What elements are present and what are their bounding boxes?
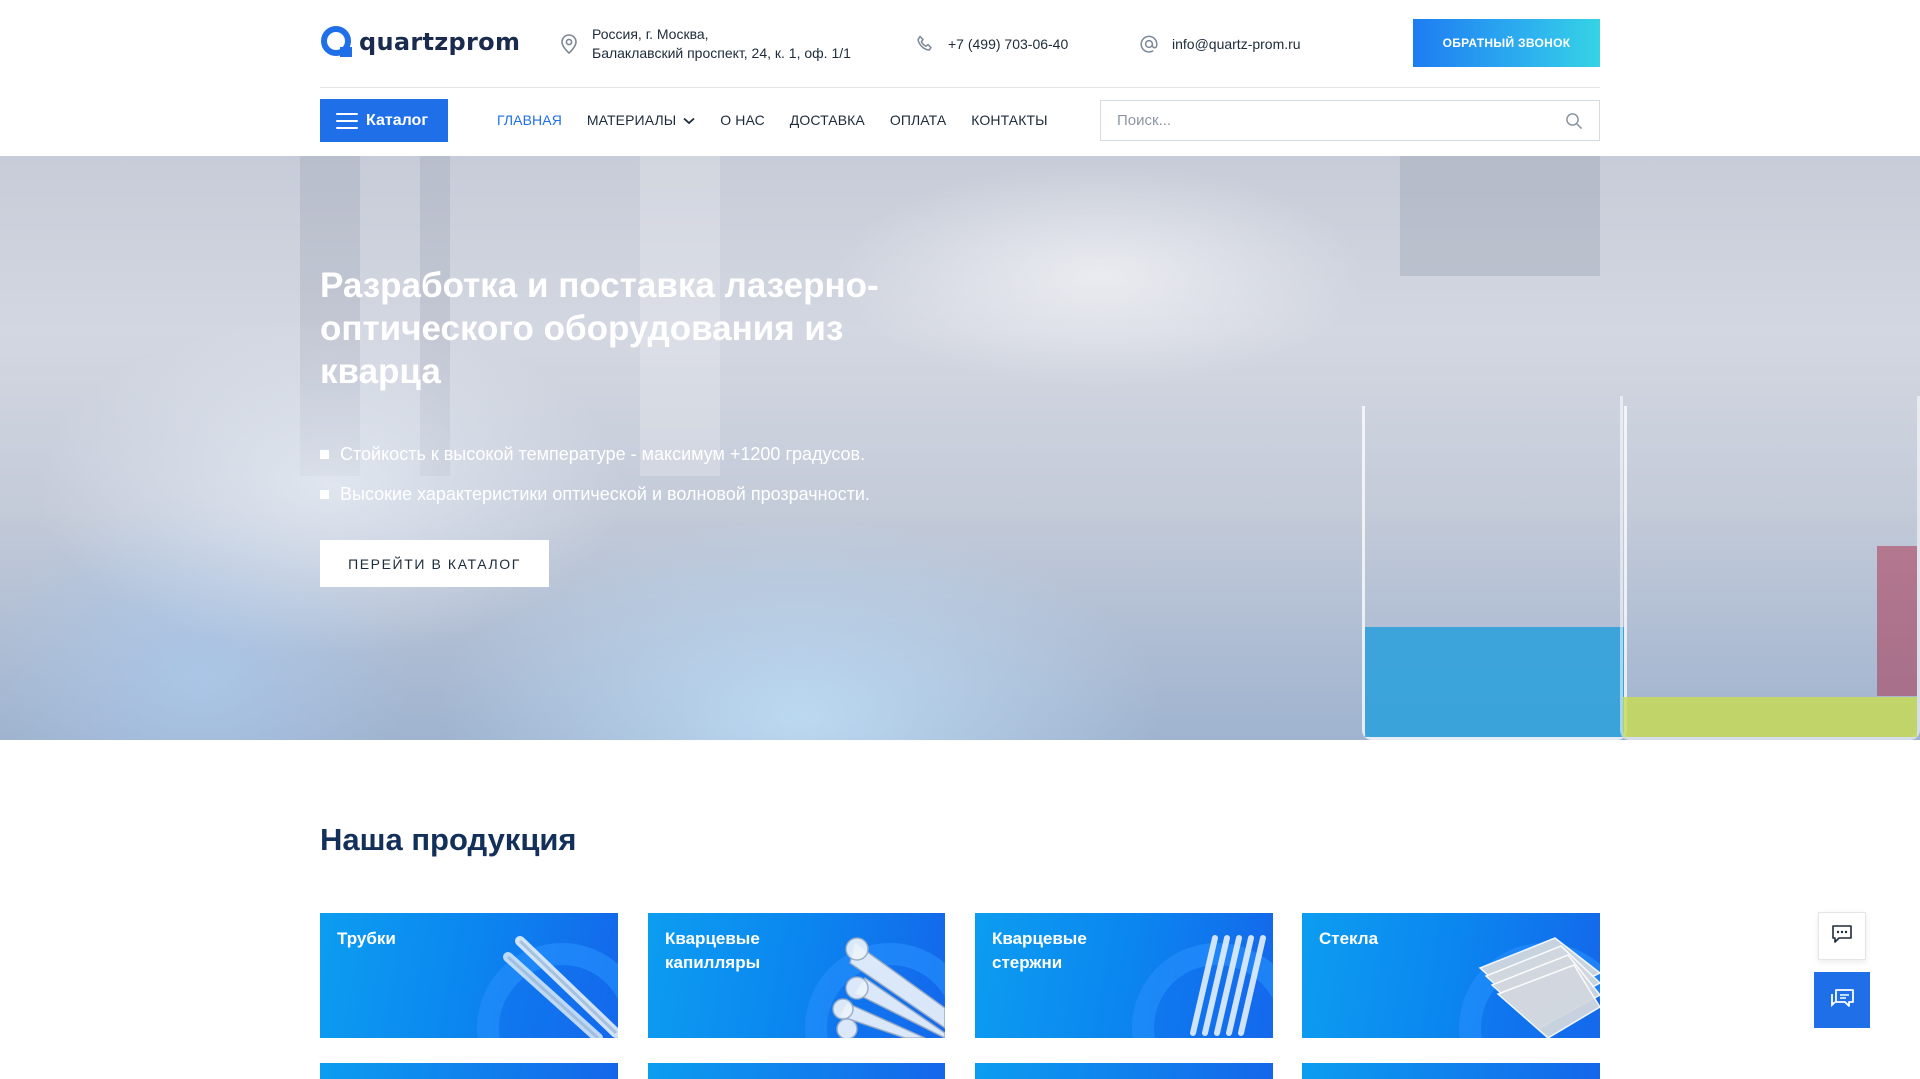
email-block[interactable]: info@quartz-prom.ru xyxy=(1138,0,1301,88)
product-card-rods[interactable]: Кварцевые стержни xyxy=(975,913,1273,1038)
nav-item-materials-label: МАТЕРИАЛЫ xyxy=(586,112,677,128)
search-box xyxy=(1100,100,1600,141)
product-card-row2[interactable] xyxy=(648,1063,945,1079)
product-card-label: Стекла xyxy=(1319,929,1379,948)
logo-text: quartzprom xyxy=(359,28,521,56)
nav-menu: ГЛАВНАЯ МАТЕРИАЛЫ О НАС ДОСТАВКА ОПЛАТА … xyxy=(497,88,1073,152)
chat-message-button[interactable] xyxy=(1818,912,1866,960)
at-sign-icon xyxy=(1138,33,1160,55)
product-card-capillaries[interactable]: Кварцевые капилляры xyxy=(648,913,945,1038)
rods-icon xyxy=(1123,913,1273,1038)
product-card-row2[interactable] xyxy=(1302,1063,1600,1079)
phone-icon xyxy=(914,33,936,55)
nav-item-contacts[interactable]: КОНТАКТЫ xyxy=(971,112,1047,128)
logo[interactable]: quartzprom xyxy=(320,24,520,60)
callback-button[interactable]: ОБРАТНЫЙ ЗВОНОК xyxy=(1413,19,1600,67)
chevron-down-icon xyxy=(683,112,695,128)
chat-bubbles-icon xyxy=(1829,987,1855,1014)
header-top: quartzprom Россия, г. Москва, Балаклавск… xyxy=(320,0,1600,88)
beaker-image xyxy=(1620,396,1920,740)
search-icon[interactable] xyxy=(1565,112,1583,130)
nav-item-materials[interactable]: МАТЕРИАЛЫ xyxy=(587,112,695,128)
search-input[interactable] xyxy=(1101,101,1541,140)
hero-bullet-text: Высокие характеристики оптической и волн… xyxy=(340,483,870,504)
products-section-title: Наша продукция xyxy=(320,822,577,857)
email-link[interactable]: info@quartz-prom.ru xyxy=(1172,36,1301,52)
hero-bullet-list: Стойкость к высокой температуре - максим… xyxy=(320,434,870,514)
address-block: Россия, г. Москва, Балаклавский проспект… xyxy=(558,0,851,88)
beaker-image xyxy=(1362,406,1627,740)
hero-banner: Разработка и поставка лазерно-оптическог… xyxy=(0,156,1920,740)
nav-item-delivery[interactable]: ДОСТАВКА xyxy=(790,112,865,128)
capillaries-icon xyxy=(795,913,945,1038)
phone-block[interactable]: +7 (499) 703-06-40 xyxy=(914,0,1068,88)
tubes-icon xyxy=(468,913,618,1038)
location-pin-icon xyxy=(558,33,580,55)
bullet-square-icon xyxy=(320,489,329,499)
logo-mark-icon xyxy=(320,25,354,59)
hero-bullet: Стойкость к высокой температуре - максим… xyxy=(320,434,870,474)
catalog-button-label: Каталог xyxy=(366,111,428,129)
hero-bullet-text: Стойкость к высокой температуре - максим… xyxy=(340,443,866,464)
address-line-1: Россия, г. Москва, xyxy=(592,26,709,42)
online-chat-button[interactable] xyxy=(1814,972,1870,1028)
product-card-row2[interactable] xyxy=(320,1063,618,1079)
catalog-button[interactable]: Каталог xyxy=(320,99,448,142)
bullet-square-icon xyxy=(320,449,329,459)
product-card-row2[interactable] xyxy=(975,1063,1273,1079)
phone-link[interactable]: +7 (499) 703-06-40 xyxy=(948,36,1068,52)
message-icon xyxy=(1831,924,1853,949)
nav-item-home[interactable]: ГЛАВНАЯ xyxy=(497,112,562,128)
go-to-catalog-button[interactable]: ПЕРЕЙТИ В КАТАЛОГ xyxy=(320,540,549,587)
address-line-2: Балаклавский проспект, 24, к. 1, оф. 1/1 xyxy=(592,45,851,61)
nav-item-about[interactable]: О НАС xyxy=(720,112,765,128)
hero-bullet: Высокие характеристики оптической и волн… xyxy=(320,474,870,514)
nav-item-payment[interactable]: ОПЛАТА xyxy=(890,112,946,128)
nav-container: Каталог ГЛАВНАЯ МАТЕРИАЛЫ О НАС ДОСТАВКА… xyxy=(320,88,1600,156)
product-card-label: Трубки xyxy=(337,929,396,948)
product-card-label: Кварцевые капилляры xyxy=(665,929,761,972)
product-card-label: Кварцевые стержни xyxy=(992,929,1087,972)
product-card-tubes[interactable]: Трубки xyxy=(320,913,618,1038)
glass-plates-icon xyxy=(1450,913,1600,1038)
site-header: quartzprom Россия, г. Москва, Балаклавск… xyxy=(0,0,1920,88)
product-card-glass[interactable]: Стекла xyxy=(1302,913,1600,1038)
menu-burger-icon xyxy=(336,112,358,129)
hero-title: Разработка и поставка лазерно-оптическог… xyxy=(320,266,879,391)
